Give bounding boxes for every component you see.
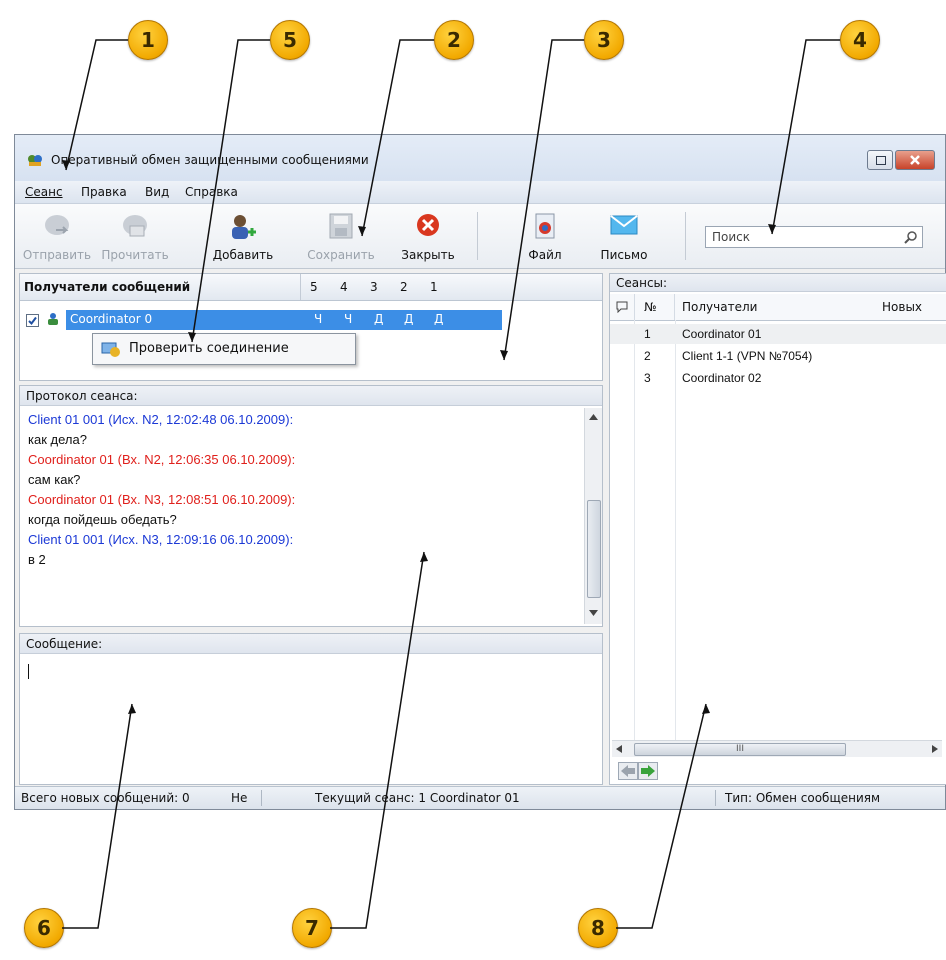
maximize-button[interactable] — [867, 150, 893, 170]
close-icon — [910, 155, 920, 165]
toolbar-separator-2 — [685, 212, 686, 260]
sessions-panel: Сеансы: № Получатели Новых 1 Coordinator… — [609, 273, 946, 785]
status-current-session: Текущий сеанс: 1 Coordinator 01 — [315, 791, 520, 805]
search-input[interactable]: Поиск — [705, 226, 923, 248]
callout-6: 6 — [24, 908, 64, 948]
envelope-icon — [610, 215, 638, 235]
letter-button[interactable]: Письмо — [589, 208, 659, 264]
toolbar-separator — [477, 212, 478, 260]
file-icon — [535, 213, 555, 239]
menu-view[interactable]: Вид — [145, 185, 169, 199]
search-icon — [904, 231, 917, 244]
toolbar: Отправить Прочитать Добавить Сохранить З… — [15, 204, 945, 269]
message-title: Сообщение: — [20, 634, 602, 654]
col-recipients[interactable]: Получатели — [682, 300, 757, 314]
col-num[interactable]: № — [644, 300, 656, 314]
log-scroll-thumb[interactable] — [587, 500, 601, 598]
read-icon — [123, 215, 147, 237]
scroll-right-icon — [932, 745, 938, 753]
menu-help[interactable]: Справка — [185, 185, 238, 199]
log-line: в 2 — [28, 552, 46, 567]
status-total-new: Всего новых сообщений: 0 — [21, 791, 190, 805]
col-new[interactable]: Новых — [882, 300, 922, 314]
context-menu: Проверить соединение — [92, 333, 356, 365]
session-log-panel: Протокол сеанса: Client 01 001 (Исх. N2,… — [19, 385, 603, 627]
read-button[interactable]: Прочитать — [97, 208, 173, 264]
log-line: Coordinator 01 (Вх. N2, 12:06:35 06.10.2… — [28, 452, 296, 467]
status-short: Не — [231, 791, 248, 805]
sessions-hscrollbar[interactable]: III — [612, 740, 942, 757]
sessions-list: 1 Coordinator 01 2 Client 1-1 (VPN №7054… — [610, 320, 946, 740]
close-window-button[interactable] — [895, 150, 935, 170]
menu-bar: Сеанс Правка Вид Справка — [15, 181, 945, 204]
callout-1: 1 — [128, 20, 168, 60]
callout-4: 4 — [840, 20, 880, 60]
context-menu-check-connection[interactable]: Проверить соединение — [129, 341, 289, 356]
scroll-down-icon — [589, 610, 598, 616]
log-line: сам как? — [28, 472, 81, 487]
callout-5: 5 — [270, 20, 310, 60]
text-cursor — [28, 664, 29, 679]
arrow-left-icon — [621, 765, 635, 777]
log-line: Client 01 001 (Исх. N2, 12:02:48 06.10.2… — [28, 412, 294, 427]
session-row[interactable]: 2 Client 1-1 (VPN №7054) — [610, 346, 946, 366]
comment-icon — [616, 301, 628, 313]
save-icon — [329, 213, 353, 239]
window-title: Оперативный обмен защищенными сообщениям… — [51, 153, 369, 167]
scroll-left-icon — [616, 745, 622, 753]
menu-session[interactable]: Сеанс — [25, 185, 63, 199]
sessions-header: № Получатели Новых — [610, 294, 946, 321]
close-circle-icon — [417, 214, 439, 236]
log-content: Client 01 001 (Исх. N2, 12:02:48 06.10.2… — [20, 408, 580, 626]
session-row[interactable]: 1 Coordinator 01 — [610, 324, 946, 344]
app-window: Оперативный обмен защищенными сообщениям… — [14, 134, 946, 810]
save-button[interactable]: Сохранить — [301, 208, 381, 264]
send-icon — [45, 215, 69, 235]
send-button[interactable]: Отправить — [19, 208, 95, 264]
col-2[interactable]: 2 — [400, 280, 408, 294]
log-line: как дела? — [28, 432, 87, 447]
col-5[interactable]: 5 — [310, 280, 318, 294]
col-4[interactable]: 4 — [340, 280, 348, 294]
check-icon — [28, 316, 37, 326]
add-user-icon — [232, 215, 256, 239]
log-line: Coordinator 01 (Вх. N3, 12:08:51 06.10.2… — [28, 492, 296, 507]
sessions-title: Сеансы: — [610, 274, 946, 292]
user-icon — [48, 313, 58, 325]
close-button[interactable]: Закрыть — [393, 208, 463, 264]
col-1[interactable]: 1 — [430, 280, 438, 294]
nav-forward-button[interactable] — [638, 762, 658, 780]
arrow-right-icon — [641, 765, 655, 777]
recipient-row[interactable]: Coordinator 0 Ч Ч Д Д Д — [66, 310, 502, 330]
connection-check-icon — [101, 342, 120, 357]
callout-3: 3 — [584, 20, 624, 60]
recipient-checkbox[interactable] — [26, 314, 39, 327]
message-input[interactable] — [20, 656, 602, 784]
status-type: Тип: Обмен сообщениям — [725, 791, 881, 805]
title-bar: Оперативный обмен защищенными сообщениям… — [15, 135, 945, 181]
status-bar: Всего новых сообщений: 0 Не Текущий сеан… — [15, 786, 945, 809]
log-title: Протокол сеанса: — [20, 386, 602, 406]
callout-7: 7 — [292, 908, 332, 948]
menu-edit[interactable]: Правка — [81, 185, 127, 199]
recipients-header: Получатели сообщений 5 4 3 2 1 — [20, 274, 602, 301]
session-row[interactable]: 3 Coordinator 02 — [610, 368, 946, 388]
add-button[interactable]: Добавить — [205, 208, 281, 264]
callout-2: 2 — [434, 20, 474, 60]
file-button[interactable]: Файл — [515, 208, 575, 264]
message-panel: Сообщение: — [19, 633, 603, 785]
log-scrollbar[interactable] — [584, 408, 602, 624]
callout-8: 8 — [578, 908, 618, 948]
nav-back-button[interactable] — [618, 762, 638, 780]
recipients-title[interactable]: Получатели сообщений — [24, 280, 190, 294]
hscroll-thumb[interactable]: III — [634, 743, 846, 756]
log-line: Client 01 001 (Исх. N3, 12:09:16 06.10.2… — [28, 532, 294, 547]
col-3[interactable]: 3 — [370, 280, 378, 294]
scroll-up-icon — [589, 414, 598, 420]
app-icon — [28, 155, 42, 166]
log-line: когда пойдешь обедать? — [28, 512, 177, 527]
